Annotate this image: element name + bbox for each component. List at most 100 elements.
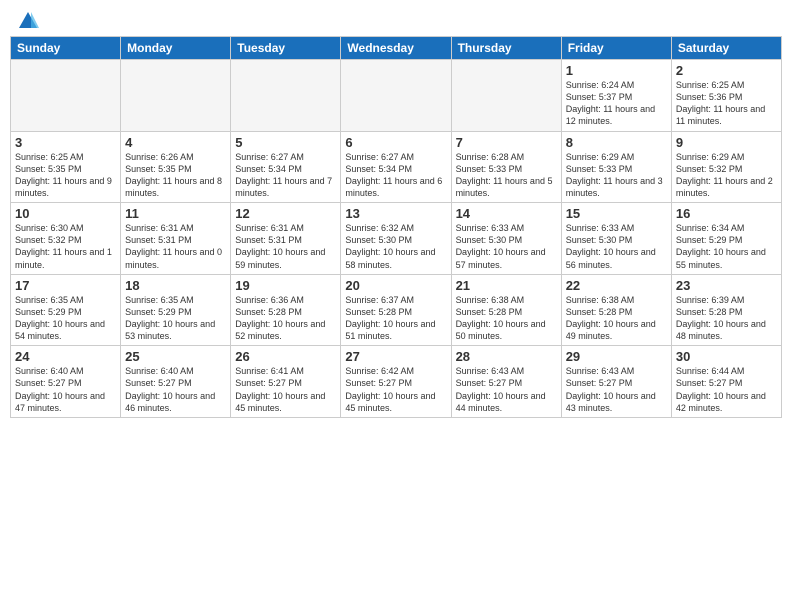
calendar-cell: 23Sunrise: 6:39 AM Sunset: 5:28 PM Dayli… <box>671 274 781 346</box>
day-number: 7 <box>456 135 557 150</box>
calendar-cell: 28Sunrise: 6:43 AM Sunset: 5:27 PM Dayli… <box>451 346 561 418</box>
calendar-cell: 20Sunrise: 6:37 AM Sunset: 5:28 PM Dayli… <box>341 274 451 346</box>
day-info: Sunrise: 6:36 AM Sunset: 5:28 PM Dayligh… <box>235 294 336 343</box>
calendar-cell <box>11 60 121 132</box>
day-info: Sunrise: 6:39 AM Sunset: 5:28 PM Dayligh… <box>676 294 777 343</box>
day-number: 15 <box>566 206 667 221</box>
day-number: 11 <box>125 206 226 221</box>
day-number: 25 <box>125 349 226 364</box>
day-number: 18 <box>125 278 226 293</box>
day-number: 10 <box>15 206 116 221</box>
calendar-cell: 24Sunrise: 6:40 AM Sunset: 5:27 PM Dayli… <box>11 346 121 418</box>
calendar-cell: 1Sunrise: 6:24 AM Sunset: 5:37 PM Daylig… <box>561 60 671 132</box>
day-info: Sunrise: 6:38 AM Sunset: 5:28 PM Dayligh… <box>456 294 557 343</box>
day-info: Sunrise: 6:27 AM Sunset: 5:34 PM Dayligh… <box>345 151 446 200</box>
logo-icon <box>17 10 39 32</box>
day-number: 21 <box>456 278 557 293</box>
day-number: 14 <box>456 206 557 221</box>
day-info: Sunrise: 6:29 AM Sunset: 5:32 PM Dayligh… <box>676 151 777 200</box>
day-number: 2 <box>676 63 777 78</box>
day-number: 22 <box>566 278 667 293</box>
calendar-cell: 8Sunrise: 6:29 AM Sunset: 5:33 PM Daylig… <box>561 131 671 203</box>
day-info: Sunrise: 6:30 AM Sunset: 5:32 PM Dayligh… <box>15 222 116 271</box>
calendar-week-2: 3Sunrise: 6:25 AM Sunset: 5:35 PM Daylig… <box>11 131 782 203</box>
day-info: Sunrise: 6:38 AM Sunset: 5:28 PM Dayligh… <box>566 294 667 343</box>
day-info: Sunrise: 6:25 AM Sunset: 5:36 PM Dayligh… <box>676 79 777 128</box>
calendar-cell: 18Sunrise: 6:35 AM Sunset: 5:29 PM Dayli… <box>121 274 231 346</box>
calendar-header-row: SundayMondayTuesdayWednesdayThursdayFrid… <box>11 37 782 60</box>
day-number: 24 <box>15 349 116 364</box>
calendar-cell: 12Sunrise: 6:31 AM Sunset: 5:31 PM Dayli… <box>231 203 341 275</box>
col-header-saturday: Saturday <box>671 37 781 60</box>
day-number: 17 <box>15 278 116 293</box>
day-info: Sunrise: 6:35 AM Sunset: 5:29 PM Dayligh… <box>125 294 226 343</box>
day-number: 6 <box>345 135 446 150</box>
calendar-cell <box>341 60 451 132</box>
day-number: 29 <box>566 349 667 364</box>
day-number: 4 <box>125 135 226 150</box>
day-info: Sunrise: 6:43 AM Sunset: 5:27 PM Dayligh… <box>456 365 557 414</box>
calendar-week-1: 1Sunrise: 6:24 AM Sunset: 5:37 PM Daylig… <box>11 60 782 132</box>
calendar-wrapper: SundayMondayTuesdayWednesdayThursdayFrid… <box>0 36 792 426</box>
calendar-cell <box>121 60 231 132</box>
col-header-wednesday: Wednesday <box>341 37 451 60</box>
day-info: Sunrise: 6:43 AM Sunset: 5:27 PM Dayligh… <box>566 365 667 414</box>
col-header-monday: Monday <box>121 37 231 60</box>
calendar-cell: 15Sunrise: 6:33 AM Sunset: 5:30 PM Dayli… <box>561 203 671 275</box>
calendar-cell: 3Sunrise: 6:25 AM Sunset: 5:35 PM Daylig… <box>11 131 121 203</box>
day-info: Sunrise: 6:35 AM Sunset: 5:29 PM Dayligh… <box>15 294 116 343</box>
day-info: Sunrise: 6:37 AM Sunset: 5:28 PM Dayligh… <box>345 294 446 343</box>
calendar-week-5: 24Sunrise: 6:40 AM Sunset: 5:27 PM Dayli… <box>11 346 782 418</box>
col-header-friday: Friday <box>561 37 671 60</box>
calendar-cell: 22Sunrise: 6:38 AM Sunset: 5:28 PM Dayli… <box>561 274 671 346</box>
calendar-cell: 10Sunrise: 6:30 AM Sunset: 5:32 PM Dayli… <box>11 203 121 275</box>
day-info: Sunrise: 6:33 AM Sunset: 5:30 PM Dayligh… <box>456 222 557 271</box>
day-number: 16 <box>676 206 777 221</box>
col-header-tuesday: Tuesday <box>231 37 341 60</box>
calendar-cell: 17Sunrise: 6:35 AM Sunset: 5:29 PM Dayli… <box>11 274 121 346</box>
day-info: Sunrise: 6:32 AM Sunset: 5:30 PM Dayligh… <box>345 222 446 271</box>
calendar-cell: 2Sunrise: 6:25 AM Sunset: 5:36 PM Daylig… <box>671 60 781 132</box>
day-info: Sunrise: 6:29 AM Sunset: 5:33 PM Dayligh… <box>566 151 667 200</box>
day-info: Sunrise: 6:33 AM Sunset: 5:30 PM Dayligh… <box>566 222 667 271</box>
day-number: 23 <box>676 278 777 293</box>
calendar-cell: 14Sunrise: 6:33 AM Sunset: 5:30 PM Dayli… <box>451 203 561 275</box>
calendar-cell: 13Sunrise: 6:32 AM Sunset: 5:30 PM Dayli… <box>341 203 451 275</box>
calendar-cell: 4Sunrise: 6:26 AM Sunset: 5:35 PM Daylig… <box>121 131 231 203</box>
calendar-cell: 9Sunrise: 6:29 AM Sunset: 5:32 PM Daylig… <box>671 131 781 203</box>
day-number: 1 <box>566 63 667 78</box>
logo-text <box>16 10 40 32</box>
calendar-cell: 5Sunrise: 6:27 AM Sunset: 5:34 PM Daylig… <box>231 131 341 203</box>
calendar-cell <box>451 60 561 132</box>
day-number: 12 <box>235 206 336 221</box>
day-info: Sunrise: 6:28 AM Sunset: 5:33 PM Dayligh… <box>456 151 557 200</box>
day-number: 28 <box>456 349 557 364</box>
calendar-cell: 26Sunrise: 6:41 AM Sunset: 5:27 PM Dayli… <box>231 346 341 418</box>
calendar-cell: 11Sunrise: 6:31 AM Sunset: 5:31 PM Dayli… <box>121 203 231 275</box>
day-info: Sunrise: 6:31 AM Sunset: 5:31 PM Dayligh… <box>235 222 336 271</box>
day-info: Sunrise: 6:26 AM Sunset: 5:35 PM Dayligh… <box>125 151 226 200</box>
day-info: Sunrise: 6:44 AM Sunset: 5:27 PM Dayligh… <box>676 365 777 414</box>
calendar-cell: 25Sunrise: 6:40 AM Sunset: 5:27 PM Dayli… <box>121 346 231 418</box>
day-number: 20 <box>345 278 446 293</box>
day-number: 26 <box>235 349 336 364</box>
calendar-cell: 27Sunrise: 6:42 AM Sunset: 5:27 PM Dayli… <box>341 346 451 418</box>
day-info: Sunrise: 6:41 AM Sunset: 5:27 PM Dayligh… <box>235 365 336 414</box>
calendar-week-4: 17Sunrise: 6:35 AM Sunset: 5:29 PM Dayli… <box>11 274 782 346</box>
day-number: 5 <box>235 135 336 150</box>
calendar-week-3: 10Sunrise: 6:30 AM Sunset: 5:32 PM Dayli… <box>11 203 782 275</box>
day-number: 9 <box>676 135 777 150</box>
day-info: Sunrise: 6:34 AM Sunset: 5:29 PM Dayligh… <box>676 222 777 271</box>
page-header <box>0 0 792 36</box>
col-header-thursday: Thursday <box>451 37 561 60</box>
calendar-cell: 29Sunrise: 6:43 AM Sunset: 5:27 PM Dayli… <box>561 346 671 418</box>
col-header-sunday: Sunday <box>11 37 121 60</box>
calendar-cell: 16Sunrise: 6:34 AM Sunset: 5:29 PM Dayli… <box>671 203 781 275</box>
day-number: 3 <box>15 135 116 150</box>
day-number: 19 <box>235 278 336 293</box>
calendar-cell: 6Sunrise: 6:27 AM Sunset: 5:34 PM Daylig… <box>341 131 451 203</box>
day-info: Sunrise: 6:40 AM Sunset: 5:27 PM Dayligh… <box>15 365 116 414</box>
calendar-cell: 19Sunrise: 6:36 AM Sunset: 5:28 PM Dayli… <box>231 274 341 346</box>
day-number: 27 <box>345 349 446 364</box>
day-info: Sunrise: 6:24 AM Sunset: 5:37 PM Dayligh… <box>566 79 667 128</box>
